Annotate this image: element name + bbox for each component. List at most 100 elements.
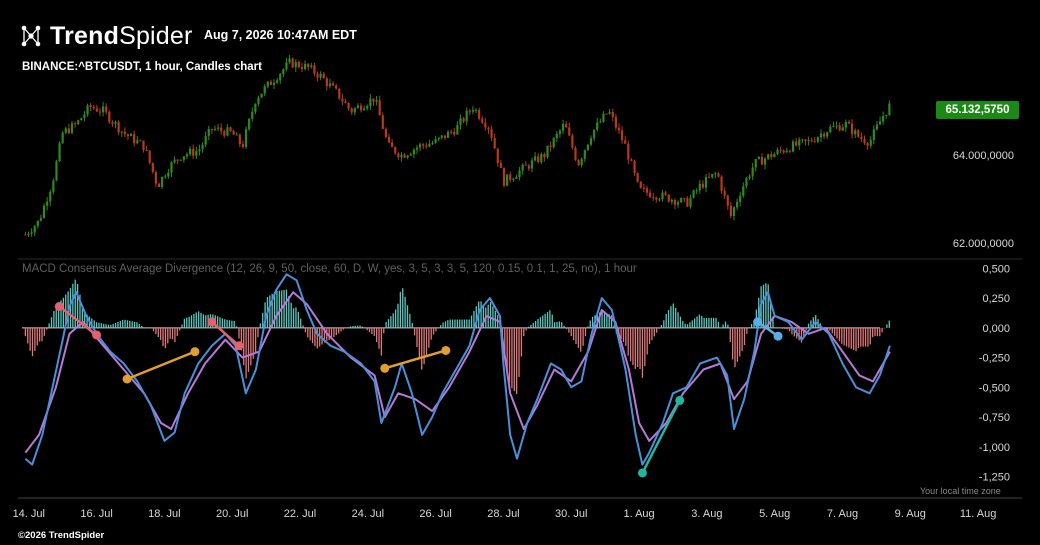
candle-body — [717, 173, 720, 177]
candle-body — [518, 170, 521, 178]
candle-body — [269, 81, 273, 85]
candle-body — [52, 180, 55, 192]
candle-body — [316, 73, 319, 78]
candle-body — [686, 198, 689, 207]
x-tick-label: 26. Jul — [419, 508, 451, 520]
candle-body — [661, 192, 664, 200]
candle-body — [418, 144, 422, 148]
candle-body — [428, 143, 431, 147]
candle-body — [248, 118, 251, 130]
candle-body — [24, 234, 27, 236]
divergence-point — [441, 345, 451, 355]
candle-body — [285, 62, 288, 70]
candle-body — [829, 126, 832, 133]
candle-body — [484, 122, 487, 128]
candle-body — [319, 73, 322, 78]
candle-body — [465, 110, 468, 122]
candle-body — [434, 139, 437, 143]
candle-body — [443, 135, 447, 138]
candle-body — [70, 123, 74, 134]
candle-body — [92, 106, 95, 109]
candle-body — [673, 199, 677, 205]
candle-body — [711, 174, 714, 178]
candle-body — [751, 167, 754, 177]
candle-body — [179, 159, 182, 161]
candle-body — [614, 117, 617, 128]
candle-body — [732, 207, 736, 216]
candle-body — [770, 154, 773, 158]
divergence-point — [637, 468, 647, 478]
candle-body — [344, 101, 347, 103]
candle-body — [226, 127, 229, 136]
candle-body — [866, 143, 869, 146]
candle-body — [341, 98, 344, 102]
macd-tick-label: -0,750 — [979, 412, 1010, 424]
timezone-note: Your local time zone — [920, 486, 1001, 496]
candle-body — [875, 124, 879, 130]
x-tick-label: 14. Jul — [13, 508, 45, 520]
x-tick-label: 30. Jul — [555, 508, 587, 520]
x-tick-label: 22. Jul — [284, 508, 316, 520]
candle-body — [568, 127, 571, 136]
candle-body — [670, 199, 673, 202]
candle-body — [157, 183, 161, 188]
candle-body — [742, 186, 745, 196]
candle-body — [425, 145, 428, 147]
candle-body — [692, 190, 695, 198]
chart-datetime: Aug 7, 2026 10:47AM EDT — [204, 28, 357, 42]
candle-body — [767, 154, 770, 159]
candle-body — [263, 86, 266, 94]
candle-body — [353, 108, 356, 113]
candle-body — [533, 156, 537, 161]
network-nodes-icon — [21, 25, 41, 47]
candle-body — [735, 201, 739, 208]
candle-body — [33, 226, 36, 233]
divergence-point — [773, 331, 783, 341]
candle-body — [276, 80, 279, 83]
candle-body — [801, 139, 804, 141]
candle-body — [185, 154, 189, 157]
divergence-point — [380, 363, 390, 373]
candle-body — [763, 158, 767, 165]
candle-body — [61, 132, 64, 144]
x-tick-label: 18. Jul — [148, 508, 180, 520]
candle-body — [499, 163, 502, 169]
candle-body — [42, 205, 46, 218]
candle-body — [176, 159, 179, 161]
candle-body — [872, 129, 875, 140]
candle-body — [565, 123, 568, 128]
x-tick-label: 7. Aug — [827, 508, 858, 520]
candle-body — [493, 137, 496, 149]
candle-body — [642, 187, 645, 189]
candle-body — [648, 192, 652, 198]
divergence-line — [641, 399, 681, 474]
candle-body — [39, 217, 43, 221]
candle-body — [723, 190, 726, 196]
candle-body — [633, 160, 636, 173]
candle-body — [826, 132, 829, 137]
price-tick-label: 64.000,0000 — [953, 150, 1014, 162]
candle-body — [847, 121, 851, 124]
candle-body — [403, 154, 406, 158]
candle-body — [785, 150, 788, 153]
candle-body — [95, 108, 98, 112]
candle-body — [164, 176, 167, 178]
candle-body — [415, 147, 419, 150]
candle-body — [101, 106, 105, 113]
divergence-point — [207, 317, 217, 327]
candle-body — [440, 135, 443, 138]
divergence-point — [675, 395, 685, 405]
candle-body — [387, 136, 391, 143]
candle-body — [596, 122, 599, 130]
candle-body — [676, 202, 680, 205]
candle-body — [307, 63, 310, 68]
candle-body — [652, 197, 655, 199]
candle-body — [105, 106, 108, 112]
candle-body — [210, 128, 213, 130]
candle-body — [782, 150, 785, 153]
candlestick-series — [24, 54, 891, 237]
candle-body — [882, 115, 885, 122]
candle-body — [207, 128, 210, 136]
candle-body — [546, 145, 549, 158]
candle-body — [816, 137, 819, 142]
